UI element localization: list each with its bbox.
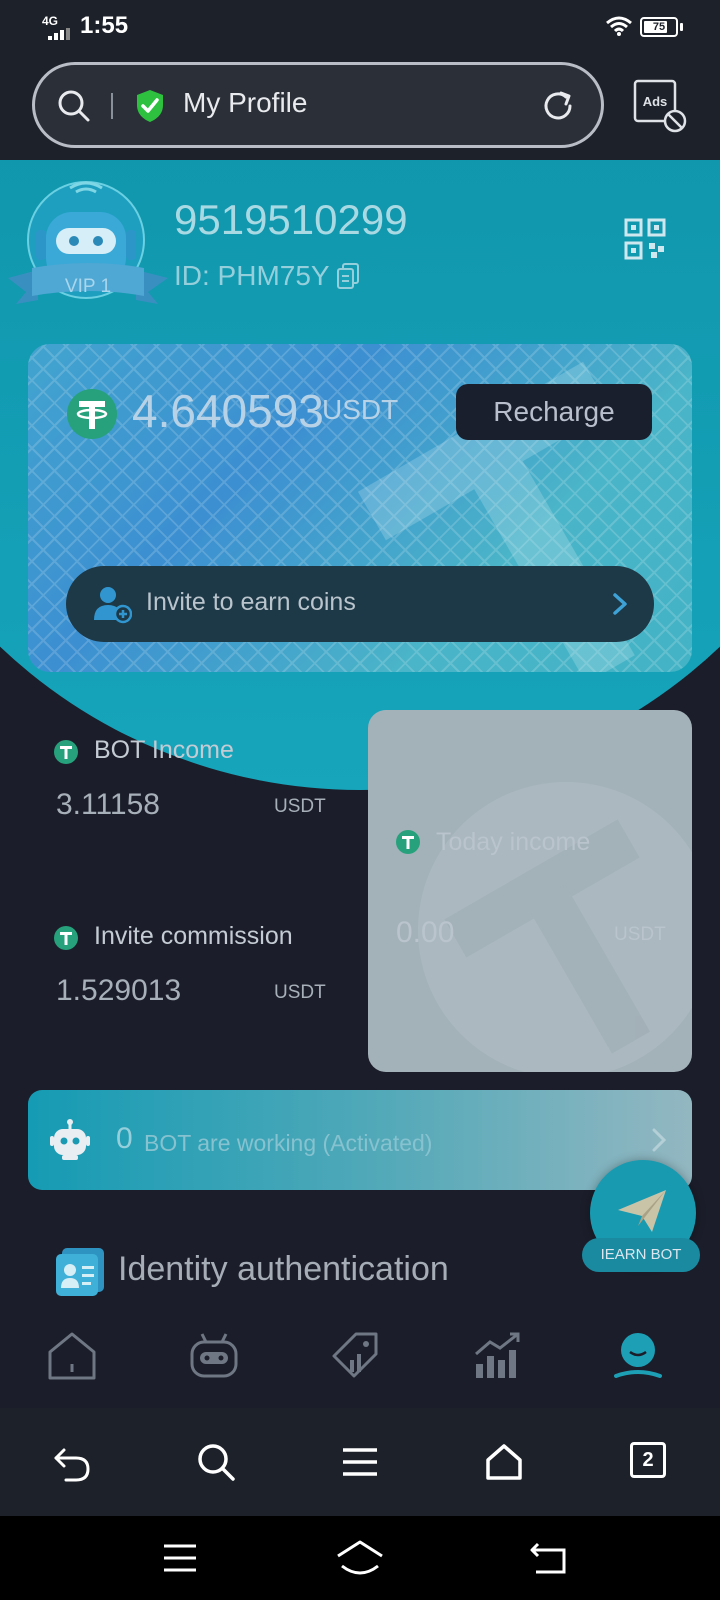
browser-bottom-toolbar: 2	[0, 1408, 720, 1516]
earn-bot-button[interactable]: IEARN BOT	[582, 1160, 700, 1286]
back-icon[interactable]	[52, 1442, 92, 1482]
invite-commission-unit: USDT	[274, 982, 326, 1003]
address-bar[interactable]: My Profile	[32, 62, 604, 148]
earn-bot-label: IEARN BOT	[582, 1238, 700, 1272]
qr-code-icon[interactable]	[624, 218, 666, 260]
tag-icon[interactable]	[330, 1330, 382, 1382]
system-navigation-bar	[0, 1516, 720, 1600]
add-user-icon	[94, 587, 132, 624]
wifi-icon	[606, 16, 632, 36]
browser-toolbar: My Profile Ads	[0, 52, 720, 160]
clock: 1:55	[80, 12, 129, 39]
network-type: 4G	[42, 14, 59, 28]
battery-icon: 75	[640, 17, 678, 37]
vip-level: VIP 1	[65, 276, 111, 297]
chevron-right-icon	[652, 1128, 667, 1152]
home-icon[interactable]	[484, 1442, 524, 1482]
user-id: ID: PHM75Y	[174, 260, 330, 291]
balance-unit: USDT	[322, 394, 399, 425]
balance-card: 4.640593 USDT Recharge Invite to earn co…	[28, 344, 692, 672]
invite-commission-value: 1.529013	[56, 974, 182, 1007]
ads-label: Ads	[643, 94, 668, 109]
today-income-unit: USDT	[614, 924, 666, 945]
shield-check-icon	[137, 90, 163, 122]
invite-label: Invite to earn coins	[146, 588, 356, 616]
page-title: My Profile	[183, 87, 308, 118]
back-button-icon[interactable]	[528, 1540, 568, 1576]
copy-icon[interactable]	[336, 262, 360, 290]
paper-plane-icon	[618, 1190, 666, 1232]
profile-icon[interactable]	[612, 1330, 664, 1382]
search-icon[interactable]	[196, 1442, 236, 1482]
today-income-card: Today income 0.00 USDT	[368, 710, 692, 1072]
robot-icon	[50, 1119, 90, 1160]
chart-icon[interactable]	[472, 1330, 524, 1382]
home-button-icon[interactable]	[336, 1540, 384, 1576]
separator	[111, 93, 113, 119]
battery-tip	[680, 23, 683, 31]
balance-amount: 4.640593	[132, 385, 324, 437]
tab-switcher-button[interactable]: 2	[630, 1442, 666, 1478]
tether-coin-icon	[67, 389, 117, 439]
identity-auth-label[interactable]: Identity authentication	[118, 1250, 449, 1289]
menu-icon[interactable]	[340, 1442, 380, 1482]
reload-icon[interactable]	[539, 87, 577, 125]
recharge-button[interactable]: Recharge	[456, 384, 652, 440]
status-bar: 4G 1:55 75	[0, 0, 720, 52]
bot-income-unit: USDT	[274, 796, 326, 817]
today-income-label: Today income	[436, 828, 591, 856]
app-tab-bar	[0, 1316, 720, 1408]
home-icon[interactable]	[46, 1330, 98, 1382]
bot-income-label: BOT Income	[94, 736, 234, 764]
bot-status-text: BOT are working (Activated)	[144, 1130, 433, 1156]
robot-avatar-icon: VIP 1	[8, 181, 168, 304]
id-card-icon	[56, 1248, 104, 1296]
avatar[interactable]: VIP 1	[8, 178, 170, 338]
ad-block-button[interactable]: Ads	[632, 78, 688, 134]
username: 9519510299	[174, 196, 408, 243]
tether-coin-icon	[396, 830, 420, 854]
signal-icon	[48, 28, 70, 40]
invite-commission-label: Invite commission	[94, 922, 293, 950]
tether-coin-icon	[54, 926, 78, 950]
search-icon[interactable]	[57, 89, 91, 123]
ad-block-icon: Ads	[633, 79, 687, 133]
bot-count: 0	[116, 1122, 133, 1155]
chevron-right-icon	[613, 593, 627, 615]
invite-banner[interactable]: Invite to earn coins	[66, 566, 654, 642]
today-income-value: 0.00	[396, 916, 455, 949]
tether-coin-icon	[54, 740, 78, 764]
profile-page: VIP 1 9519510299 ID: PHM75Y 4.640593 USD…	[0, 160, 720, 1316]
bot-income-value: 3.11158	[56, 788, 160, 821]
recent-apps-icon[interactable]	[160, 1540, 200, 1576]
robot-icon[interactable]	[188, 1330, 240, 1382]
battery-level: 75	[652, 21, 666, 33]
